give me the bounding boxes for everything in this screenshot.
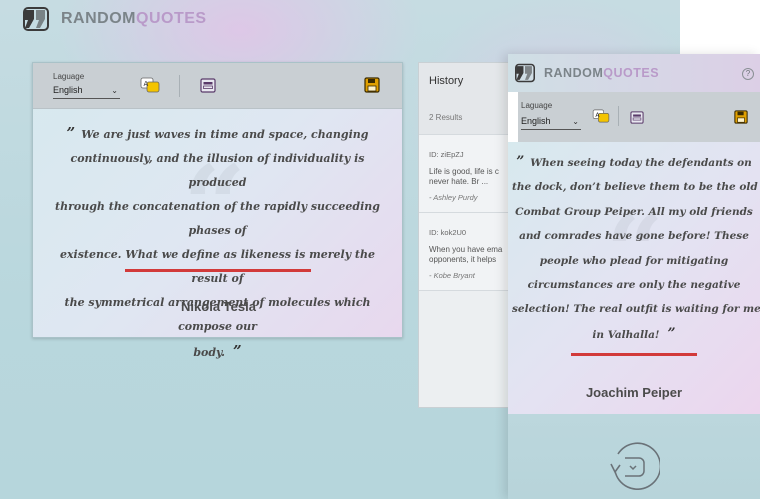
app-logo[interactable]: RANDOMQUOTES [22, 6, 207, 32]
quote-line: through the concatenation of the rapidly… [55, 200, 380, 237]
history-item[interactable]: ID: ziEpZJ Life is good, life is c never… [419, 135, 517, 213]
history-item-author: - Ashley Purdy [429, 193, 478, 202]
quote-logo-icon [22, 6, 50, 32]
save-icon[interactable] [734, 109, 748, 128]
history-item-snippet-line: opponents, it helps [429, 255, 497, 264]
history-item-snippet: Life is good, life is c never hate. Br .… [429, 167, 517, 187]
save-icon[interactable] [364, 77, 380, 97]
open-quote-mark: ” [66, 124, 76, 142]
translate-icon[interactable]: A [140, 77, 160, 97]
history-item-id: ID: ziEpZJ [429, 150, 464, 159]
quote-line: the dock, don’t believe them to be the o… [512, 181, 758, 194]
language-label: Laguage [53, 72, 85, 81]
mobile-header: RANDOMQUOTES ? [508, 54, 760, 92]
history-item-snippet: When you have ema opponents, it helps [429, 245, 517, 265]
history-header: History 2 Results [419, 63, 517, 135]
quote-line: and comrades have gone before! These [519, 230, 749, 243]
quote-author: Nikola Tesla [181, 299, 256, 314]
quote-logo-icon [514, 63, 536, 83]
mobile-app-logo[interactable]: RANDOMQUOTES [514, 63, 659, 83]
language-label: Laguage [521, 101, 553, 110]
mobile-preview: RANDOMQUOTES ? Laguage English ⌄ A “ ” W… [508, 54, 760, 499]
open-quote-mark: ” [516, 154, 525, 170]
quote-line: people who plead for mitigating [539, 254, 729, 267]
quote-line: selection! The real outfit is waiting fo… [512, 303, 760, 316]
language-select[interactable]: English ⌄ [521, 116, 581, 130]
quote-block: ” We are just waves in time and space, ch… [45, 121, 390, 365]
quote-line: existence. What we define as likeness is… [59, 248, 375, 285]
history-item-author: - Kobe Bryant [429, 271, 475, 280]
history-item-snippet-line: never hate. Br ... [429, 177, 489, 186]
history-item[interactable]: ID: kok2U0 When you have ema opponents, … [419, 213, 517, 291]
quote-underline [125, 269, 311, 272]
app-name-part2: QUOTES [603, 66, 660, 80]
quote-line: When seeing today the defendants on [530, 157, 752, 169]
mobile-toolbar: Laguage English ⌄ A [518, 92, 760, 142]
keyboard-icon[interactable] [200, 78, 216, 97]
help-icon[interactable]: ? [742, 68, 754, 80]
quote-line: Combat Group Peiper. All my old friends [515, 205, 753, 218]
chevron-down-icon: ⌄ [111, 86, 118, 95]
translate-icon[interactable]: A [592, 108, 610, 127]
quote-line: body. [193, 346, 226, 359]
quote-line: in Valhalla! [592, 328, 660, 341]
language-select[interactable]: English ⌄ [53, 85, 120, 99]
history-item-snippet-line: Life is good, life is c [429, 167, 499, 176]
close-quote-mark: ” [233, 342, 242, 360]
quote-card: Laguage English ⌄ A “ ” We are just wave… [32, 62, 403, 360]
app-name-part1: RANDOM [61, 10, 136, 27]
language-select-value: English [53, 85, 83, 95]
language-select-value: English [521, 116, 551, 126]
history-item-id: ID: kok2U0 [429, 228, 467, 237]
keyboard-icon[interactable] [630, 109, 644, 128]
quote-line: continuously, and the illusion of indivi… [70, 152, 365, 189]
quote-text: ” We are just waves in time and space, ch… [45, 121, 390, 365]
toolbar-divider [618, 106, 619, 126]
history-title: History [429, 75, 464, 87]
mobile-quote-author: Joachim Peiper [585, 385, 683, 400]
app-name-part2: QUOTES [136, 10, 207, 27]
mobile-quote-block: ” When seeing today the defendants on the… [512, 150, 760, 347]
svg-text:A: A [144, 80, 149, 88]
mobile-footer [508, 414, 760, 499]
app-name-part1: RANDOM [544, 66, 604, 80]
quote-line: We are just waves in time and space, cha… [81, 128, 369, 141]
toolbar-divider [179, 75, 180, 97]
quote-toolbar: Laguage English ⌄ A [33, 63, 402, 109]
history-item-snippet-line: When you have ema [429, 245, 503, 254]
quote-line: circumstances are only the negative [527, 279, 741, 292]
close-quote-mark: ” [667, 325, 676, 342]
history-panel: History 2 Results ID: ziEpZJ Life is goo… [418, 62, 518, 408]
mobile-quote-text: ” When seeing today the defendants on the… [512, 150, 760, 347]
chevron-down-icon: ⌄ [572, 117, 579, 126]
mobile-quote-body: “ ” When seeing today the defendants on t… [508, 142, 760, 414]
refresh-quote-icon[interactable] [606, 438, 662, 496]
history-results-count: 2 Results [429, 113, 463, 122]
quote-underline [571, 353, 697, 356]
